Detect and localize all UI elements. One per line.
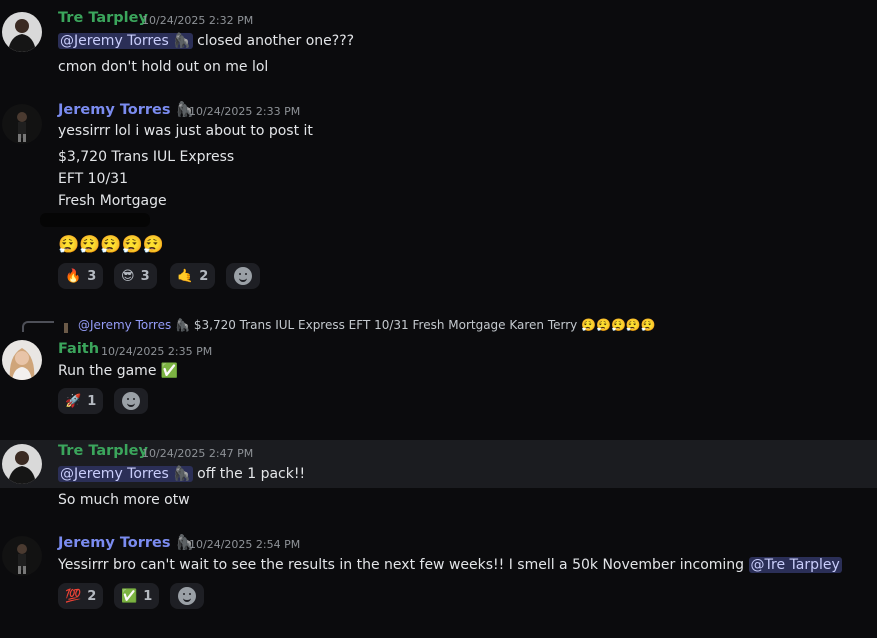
reaction-hundred[interactable]: 💯 2 [58,583,104,609]
reaction-fire[interactable]: 🔥 3 [58,263,104,289]
message-text: cmon don't hold out on me lol [58,59,269,75]
author-name[interactable]: Jeremy Torres 🦍 [58,534,194,551]
message-text: $3,720 Trans IUL Express [58,149,235,165]
reaction-rocket[interactable]: 🚀 1 [58,388,104,414]
reaction-check[interactable]: ✅ 1 [114,583,160,609]
message-text: Run the game ✅ [58,363,179,379]
gorilla-badge-icon: 🦍 [175,318,191,332]
reaction-count: 1 [143,588,153,604]
author-name[interactable]: Faith [58,341,99,357]
timestamp: 10/24/2025 2:32 PM [142,14,254,27]
message-text: Fresh Mortgage [58,193,167,209]
reply-connector [22,321,54,332]
timestamp: 10/24/2025 2:47 PM [142,447,254,460]
reaction-count: 3 [87,268,97,284]
check-mark-icon: ✅ [121,588,138,604]
gorilla-badge-icon: 🦍 [173,466,191,482]
add-reaction-button[interactable] [170,583,204,609]
add-reaction-icon [178,587,196,605]
sunglasses-icon: 😎 [121,268,135,284]
reaction-call-me[interactable]: 🤙 2 [170,263,216,289]
redacted-line [40,213,150,227]
reaction-count: 3 [140,268,150,284]
add-reaction-button[interactable] [226,263,260,289]
message-text: @Jeremy Torres 🦍 off the 1 pack!! [58,466,306,482]
avatar-jeremy-torres[interactable] [2,104,42,144]
message-text: Yessirrr bro can't wait to see the resul… [58,557,842,573]
timestamp: 10/24/2025 2:35 PM [101,345,213,358]
add-reaction-button[interactable] [114,388,148,414]
rocket-icon: 🚀 [65,393,82,409]
reaction-count: 2 [199,268,209,284]
reply-preview[interactable]: @Jeremy Torres 🦍 $3,720 Trans IUL Expres… [78,318,656,332]
user-mention[interactable]: @Tre Tarpley [748,557,842,573]
add-reaction-icon [122,392,140,410]
avatar-jeremy-torres[interactable] [2,536,42,576]
hundred-points-icon: 💯 [65,588,82,604]
message-text: So much more otw [58,492,190,508]
timestamp: 10/24/2025 2:54 PM [189,538,301,551]
timestamp: 10/24/2025 2:33 PM [189,105,301,118]
avatar-faith[interactable] [2,340,42,380]
fire-icon: 🔥 [65,268,82,284]
author-name[interactable]: Jeremy Torres 🦍 [58,101,194,118]
add-reaction-icon [234,267,252,285]
reply-avatar-mini [60,319,72,333]
reaction-count: 1 [87,393,97,409]
call-me-hand-icon: 🤙 [177,268,194,284]
message-text: EFT 10/31 [58,171,128,187]
message-text: @Jeremy Torres 🦍 closed another one??? [58,33,355,49]
user-mention[interactable]: @Jeremy Torres 🦍 [58,466,193,482]
gorilla-badge-icon: 🦍 [173,33,191,49]
emoji-line: 😮‍💨😮‍💨😮‍💨😮‍💨😮‍💨 [58,235,164,255]
reaction-cool[interactable]: 😎 3 [114,263,157,289]
avatar-tre-tarpley[interactable] [2,12,42,52]
message-text: yessirrr lol i was just about to post it [58,123,313,139]
author-name[interactable]: Tre Tarpley [58,443,148,459]
author-name[interactable]: Tre Tarpley [58,10,148,26]
user-mention[interactable]: @Jeremy Torres 🦍 [58,33,193,49]
avatar-tre-tarpley[interactable] [2,444,42,484]
reaction-count: 2 [87,588,97,604]
